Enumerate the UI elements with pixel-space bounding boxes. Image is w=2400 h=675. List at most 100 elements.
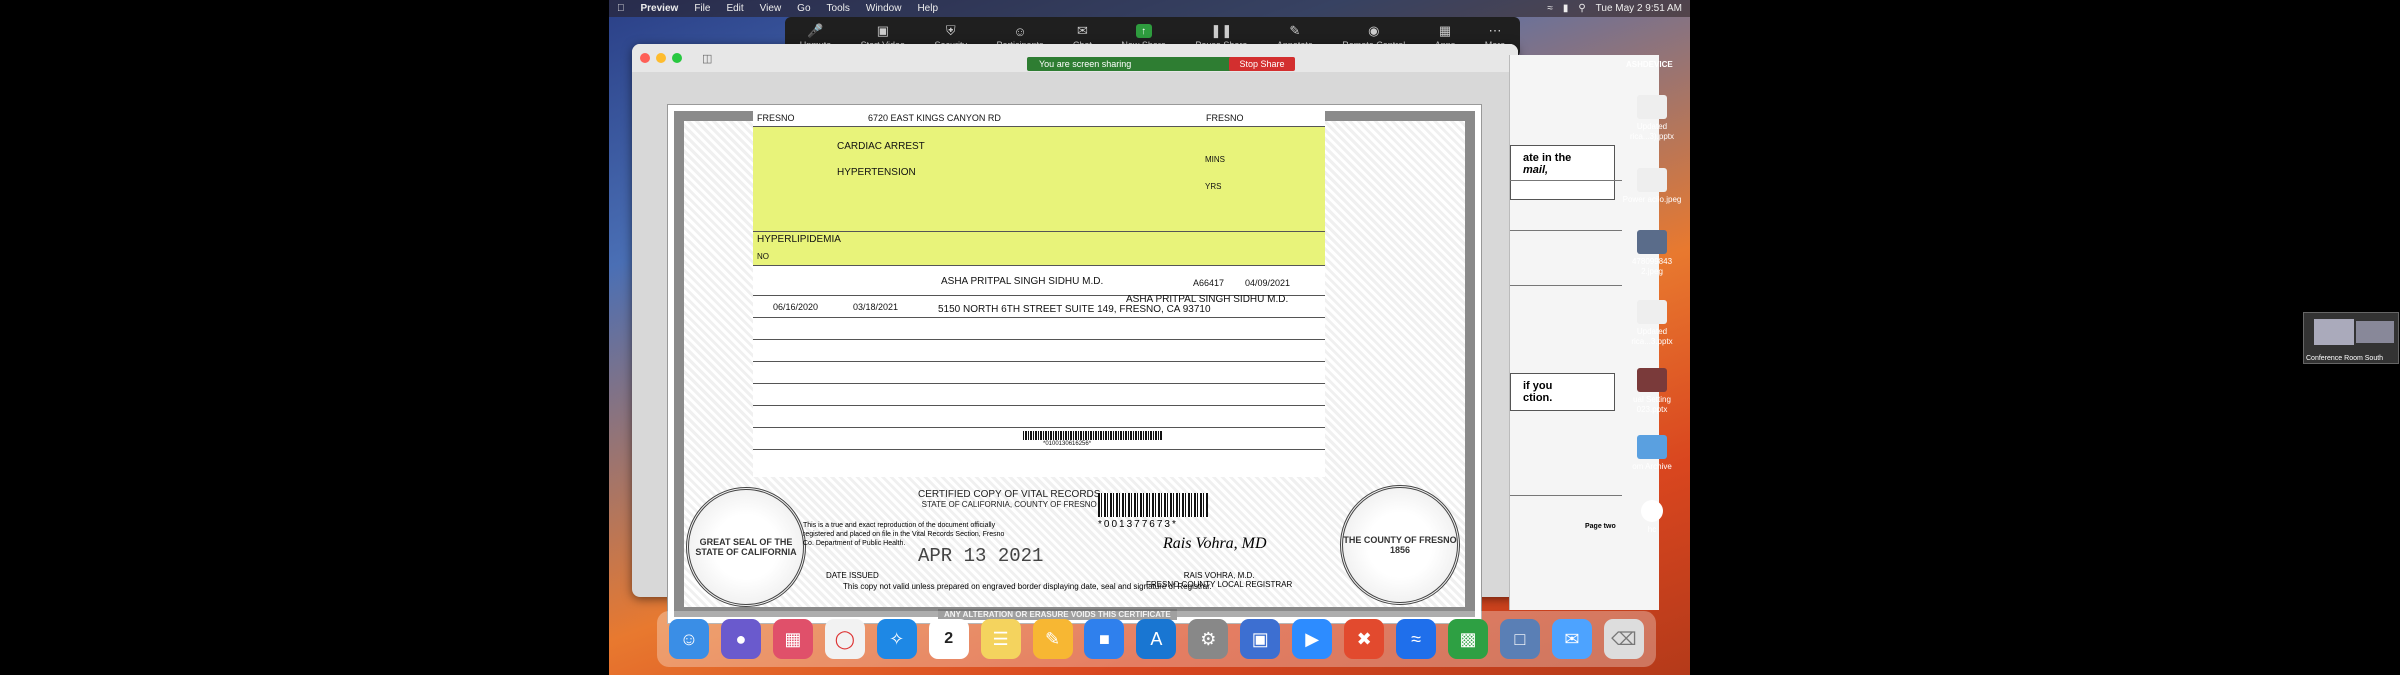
row-injury-location (753, 384, 1325, 406)
video-icon[interactable]: ▶ (1292, 619, 1333, 659)
instruction-box-1-line-2: mail, (1523, 164, 1549, 176)
stop-share-button[interactable]: Stop Share (1229, 57, 1295, 71)
chat-bubble-icon: ✉ (1076, 23, 1088, 38)
state-seal: GREAT SEAL OF THE STATE OF CALIFORNIA (686, 487, 806, 607)
row-place-of-injury (753, 340, 1325, 362)
city-field: FRESNO (1206, 113, 1244, 123)
mail-icon[interactable]: ✉ (1551, 619, 1592, 659)
menu-tools[interactable]: Tools (819, 0, 858, 17)
dock: ☺ ● ▦ ◯ ✧ 2 ☰ ✎ ■ A ⚙ ▣ ▶ ✖ ≈ ▩ □ ✉ ⌫ (657, 611, 1656, 667)
row-cause-of-death: CARDIAC ARREST MINS HYPERTENSION YRS (753, 127, 1325, 232)
safari-icon[interactable]: ✧ (876, 619, 917, 659)
shared-screen:  Preview File Edit View Go Tools Window… (609, 0, 1690, 675)
menu-window[interactable]: Window (858, 0, 910, 17)
desktop-file-label: Power acilo.jpeg (1622, 195, 1682, 204)
registrar-name: RAIS VOHRA, M.D. (1183, 571, 1255, 580)
physician-signature-field: ASHA PRITPAL SINGH SIDHU M.D. (941, 276, 1104, 287)
clock[interactable]: Tue May 2 9:51 AM (1596, 3, 1682, 14)
minimize-window-button[interactable] (656, 53, 666, 63)
desktop-file-label: hc (1647, 525, 1657, 534)
wave-app-icon[interactable]: ≈ (1396, 619, 1437, 659)
search-icon[interactable]: ⚲ (1578, 3, 1585, 14)
calendar-date: 2 (944, 630, 954, 647)
menu-app-name[interactable]: Preview (633, 0, 687, 17)
people-icon: ☺ (1013, 23, 1027, 39)
microphone-icon: 🎤 (807, 23, 824, 38)
sharing-banner-text: You are screen sharing (1039, 59, 1132, 69)
registrar-title: FRESNO COUNTY LOCAL REGISTRAR (1146, 580, 1293, 589)
certification-statement: This is a true and exact reproduction of… (803, 522, 1005, 547)
menu-help[interactable]: Help (909, 0, 946, 17)
desktop-file-pptx-1[interactable]: Updated rica...3).pptx (1621, 95, 1683, 142)
desktop-hc[interactable]: hc (1621, 500, 1683, 535)
menu-view[interactable]: View (752, 0, 790, 17)
sidebar-toggle-icon[interactable]: ◫ (702, 52, 712, 65)
row-coroner (753, 406, 1325, 428)
serial-barcode (1098, 493, 1208, 517)
row-manner-of-death (753, 318, 1325, 340)
trash-icon[interactable]: ⌫ (1603, 619, 1644, 659)
desktop-file-label: 478099843 2.jpeg (1631, 257, 1673, 276)
menu-file[interactable]: File (686, 0, 718, 17)
menu-edit[interactable]: Edit (718, 0, 751, 17)
finder-icon[interactable]: ☺ (668, 619, 709, 659)
desktop-file-label: Updated rica...3.pptx (1631, 327, 1673, 346)
desktop-archive[interactable]: om Archive (1621, 435, 1683, 472)
desktop-file-pptx-2[interactable]: Updated rica...3.pptx (1621, 300, 1683, 347)
chrome-icon[interactable]: ◯ (824, 619, 865, 659)
cause-b-field: HYPERTENSION (837, 167, 916, 178)
divider (1510, 230, 1622, 231)
physician-name-typed: ASHA PRITPAL SINGH SIDHU M.D. (1126, 294, 1289, 305)
close-window-button[interactable] (640, 53, 650, 63)
certificate-form: FRESNO 6720 EAST KINGS CANYON RD FRESNO … (753, 107, 1325, 477)
video-thumbnail[interactable]: Conference Room South (2303, 312, 2399, 364)
calendar-icon[interactable]: 2 (928, 619, 969, 659)
image-icon (1637, 230, 1667, 254)
desktop-file-jpeg-1[interactable]: Power acilo.jpeg (1621, 168, 1683, 205)
preview-icon[interactable]: □ (1499, 619, 1540, 659)
desktop-file-jpeg-2[interactable]: 478099843 2.jpeg (1621, 230, 1683, 277)
divider (1510, 495, 1622, 496)
preview-window: ◫ FRESNO 6720 EAST KINGS CANYON RD FRESN… (632, 44, 1518, 624)
instruction-box-1: ate in the mail, (1510, 145, 1615, 200)
county-field: FRESNO (757, 113, 795, 123)
shield-icon: ⛨ (945, 23, 956, 38)
physician-address-field: 5150 NORTH 6TH STREET SUITE 149, FRESNO,… (938, 304, 1211, 315)
desktop-file-label: om Archive (1632, 462, 1672, 471)
zoom-window-button[interactable] (672, 53, 682, 63)
battery-icon[interactable]: ▮ (1563, 3, 1569, 14)
registrar-signature: Rais Vohra, MD (1163, 535, 1267, 552)
facility-address-field: 6720 EAST KINGS CANYON RD (868, 113, 1001, 123)
room-screen (2314, 319, 2354, 345)
ellipsis-icon: ⋯ (1488, 23, 1502, 38)
mac-menu-bar:  Preview File Edit View Go Tools Window… (609, 0, 1690, 17)
wifi-icon[interactable]: ≈ (1547, 3, 1553, 14)
operation-field: NO (757, 252, 769, 261)
interval-a-field: MINS (1205, 155, 1225, 164)
mouse-icon: ◉ (1368, 23, 1380, 38)
app-store-icon[interactable]: A (1136, 619, 1177, 659)
desktop-file-label: Updated rica...3).pptx (1629, 122, 1674, 141)
menu-go[interactable]: Go (789, 0, 818, 17)
license-number-field: A66417 (1193, 278, 1225, 288)
siri-icon[interactable]: ● (720, 619, 761, 659)
background-window-title: ASHDEVICE (1626, 60, 1673, 69)
row-other-conditions: HYPERLIPIDEMIA NO (753, 232, 1325, 266)
apple-icon[interactable]:  (609, 0, 633, 17)
system-preferences-icon[interactable]: ⚙ (1188, 619, 1229, 659)
launchpad-icon[interactable]: ▦ (772, 619, 813, 659)
notes-icon[interactable]: ☰ (980, 619, 1021, 659)
instruction-box-2-line-1: if you (1523, 380, 1553, 392)
remote-desktop-icon[interactable]: ✖ (1344, 619, 1385, 659)
zoom-icon[interactable]: ▣ (1240, 619, 1281, 659)
row-state-registrar: *0100130616256* (753, 428, 1325, 450)
keynote-icon[interactable]: ■ (1084, 619, 1125, 659)
row-physician: ASHA PRITPAL SINGH SIDHU M.D. A66417 04/… (753, 266, 1325, 296)
date-issued-label: DATE ISSUED (826, 571, 879, 580)
desktop-file-pptx-3[interactable]: ual Setting 023.pptx (1621, 368, 1683, 415)
state-seal-text: GREAT SEAL OF THE STATE OF CALIFORNIA (695, 537, 797, 557)
pencil-icon: ✎ (1289, 23, 1301, 38)
form-barcode (1023, 431, 1163, 440)
numbers-icon[interactable]: ▩ (1448, 619, 1489, 659)
pages-icon[interactable]: ✎ (1032, 619, 1073, 659)
